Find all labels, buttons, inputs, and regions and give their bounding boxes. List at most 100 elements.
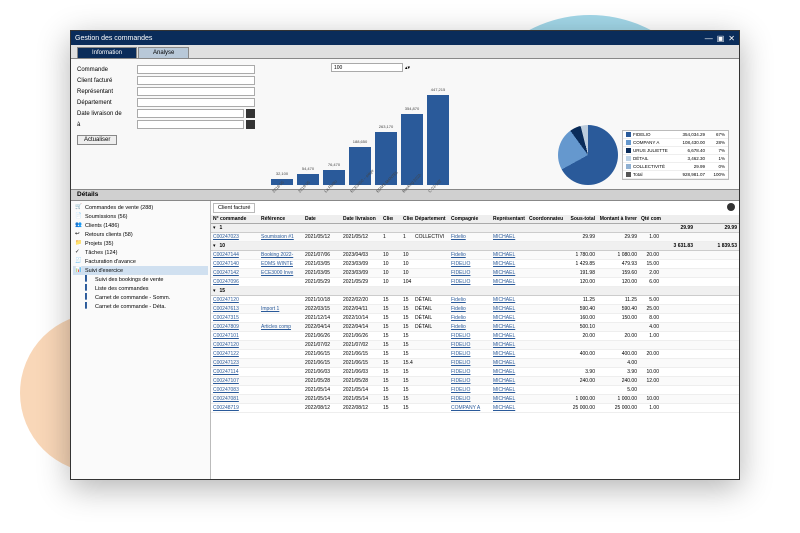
maximize-icon[interactable]: ▣ [717, 34, 725, 43]
link[interactable]: C00247107 [213, 378, 239, 384]
link[interactable]: C00247809 [213, 324, 239, 330]
link[interactable]: Fidelio [451, 315, 466, 321]
link[interactable]: C00247122 [213, 351, 239, 357]
gear-icon[interactable] [727, 203, 735, 211]
sidebar-item[interactable]: 🧾Facturation d'avance [73, 257, 208, 266]
table-row[interactable]: C002470812021/05/142021/05/141515FIDELIO… [211, 395, 739, 404]
group-row[interactable]: ▾103 631.831 839.53 [211, 242, 739, 251]
link[interactable]: Fidelio [451, 306, 466, 312]
sidebar-item[interactable]: 👥Clients (1486) [73, 221, 208, 230]
link[interactable]: FIDELIO [451, 387, 470, 393]
collapse-icon[interactable]: ▾ [213, 243, 216, 249]
link[interactable]: Articles comp [261, 324, 291, 330]
link[interactable]: COMPANY A [451, 405, 480, 411]
column-header[interactable]: Date livraison [341, 215, 381, 223]
sidebar-item[interactable]: 📊Suivi d'exercice [73, 266, 208, 275]
link[interactable]: C00247114 [213, 369, 239, 375]
calendar-icon[interactable] [246, 109, 255, 118]
table-row[interactable]: C002471222021/06/152021/06/151515FIDELIO… [211, 350, 739, 359]
sidebar-item[interactable]: ✓Tâches (124) [73, 248, 208, 257]
table-row[interactable]: C002471202021/07/022021/07/021515FIDELIO… [211, 341, 739, 350]
link[interactable]: MICHAEL [493, 270, 515, 276]
collapse-icon[interactable]: ▾ [213, 288, 216, 294]
link[interactable]: FIDELIO [451, 369, 470, 375]
minimize-icon[interactable]: — [705, 34, 713, 43]
column-header[interactable]: Département [413, 215, 449, 223]
sidebar-item[interactable]: 📄Soumissions (56) [73, 212, 208, 221]
table-row[interactable]: C002487192022/08/122022/08/121515COMPANY… [211, 404, 739, 413]
table-row[interactable]: C002471072021/05/282021/05/281515FIDELIO… [211, 377, 739, 386]
sidebar-subitem[interactable]: ▌Suivi des bookings de vente [73, 275, 208, 284]
column-header[interactable]: Montant à livrer [597, 215, 639, 223]
link[interactable]: EDMS WINTE [261, 261, 293, 267]
table-row[interactable]: C002471142021/06/032021/06/031515FIDELIO… [211, 368, 739, 377]
link[interactable]: C00247613 [213, 306, 239, 312]
column-header[interactable]: N° commande [211, 215, 259, 223]
link[interactable]: MICHAEL [493, 315, 515, 321]
table-row[interactable]: C002470962021/05/292021/05/2910104FIDELI… [211, 278, 739, 287]
link[interactable]: C00247140 [213, 261, 239, 267]
sidebar-item[interactable]: 📁Projets (35) [73, 239, 208, 248]
link[interactable]: C00247144 [213, 252, 239, 258]
column-header[interactable] [393, 215, 401, 223]
link[interactable]: C00247096 [213, 279, 239, 285]
groupby-chip[interactable]: Client facturé [213, 203, 255, 213]
collapse-icon[interactable]: ▾ [213, 225, 216, 231]
link[interactable]: Fidelio [451, 234, 466, 240]
table-row[interactable]: C00247140EDMS WINTE2021/03/052023/03/091… [211, 260, 739, 269]
link[interactable]: ECE3000 Inve [261, 270, 293, 276]
link[interactable]: C00247083 [213, 387, 239, 393]
link[interactable]: C00247142 [213, 270, 239, 276]
filter-input[interactable] [137, 98, 255, 107]
link[interactable]: FIDELIO [451, 261, 470, 267]
table-row[interactable]: C002471012021/06/262021/06/261515FIDELIO… [211, 332, 739, 341]
link[interactable]: Fidelio [451, 297, 466, 303]
filter-input[interactable] [137, 76, 255, 85]
sidebar-subitem[interactable]: ▌Carnet de commande - Somm. [73, 293, 208, 302]
date-input[interactable] [137, 109, 244, 118]
column-header[interactable]: Compagnie [449, 215, 491, 223]
column-header[interactable]: Coordonnateur [527, 215, 563, 223]
link[interactable]: C00247101 [213, 333, 239, 339]
group-row[interactable]: ▾15 [211, 287, 739, 296]
link[interactable]: MICHAEL [493, 342, 515, 348]
table-row[interactable]: C00247144Booking 2022-2021/07/062023/04/… [211, 251, 739, 260]
column-header[interactable]: Date [303, 215, 341, 223]
link[interactable]: MICHAEL [493, 306, 515, 312]
calendar-icon[interactable] [246, 120, 255, 129]
table-row[interactable]: C00247023Soumission #12021/05/122021/05/… [211, 233, 739, 242]
sidebar-item[interactable]: ↩Retours clients (58) [73, 230, 208, 239]
sidebar-subitem[interactable]: ▌Liste des commandes [73, 284, 208, 293]
column-header[interactable]: Client livré [401, 215, 413, 223]
column-header[interactable]: Référence [259, 215, 303, 223]
link[interactable]: MICHAEL [493, 351, 515, 357]
link[interactable]: C00247081 [213, 396, 239, 402]
link[interactable]: FIDELIO [451, 351, 470, 357]
table-row[interactable]: C00247809Articles comp2022/04/142022/04/… [211, 323, 739, 332]
link[interactable]: C00247123 [213, 360, 239, 366]
link[interactable]: MICHAEL [493, 396, 515, 402]
column-header[interactable]: Sous-total [563, 215, 597, 223]
link[interactable]: MICHAEL [493, 405, 515, 411]
table-row[interactable]: C00247613Import 12022/03/152022/04/11151… [211, 305, 739, 314]
link[interactable]: Booking 2022- [261, 252, 293, 258]
link[interactable]: Fidelio [451, 252, 466, 258]
filter-input[interactable] [137, 87, 255, 96]
tab-analyse[interactable]: Analyse [138, 47, 189, 58]
link[interactable]: C00248719 [213, 405, 239, 411]
link[interactable]: MICHAEL [493, 297, 515, 303]
column-header[interactable]: Qté comm. [639, 215, 661, 223]
column-header[interactable]: Représentant [491, 215, 527, 223]
link[interactable]: MICHAEL [493, 234, 515, 240]
link[interactable]: MICHAEL [493, 360, 515, 366]
table-row[interactable]: C002473152021/12/142022/10/141515DÉTAILF… [211, 314, 739, 323]
filter-input[interactable] [137, 65, 255, 74]
link[interactable]: Fidelio [451, 324, 466, 330]
link[interactable]: FIDELIO [451, 342, 470, 348]
link[interactable]: Soumission #1 [261, 234, 294, 240]
link[interactable]: C00247120 [213, 342, 239, 348]
refresh-button[interactable]: Actualiser [77, 135, 117, 145]
date-input[interactable] [137, 120, 244, 129]
column-header[interactable]: Client facturé [381, 215, 393, 223]
table-row[interactable]: C002471202021/10/182022/02/201515DÉTAILF… [211, 296, 739, 305]
